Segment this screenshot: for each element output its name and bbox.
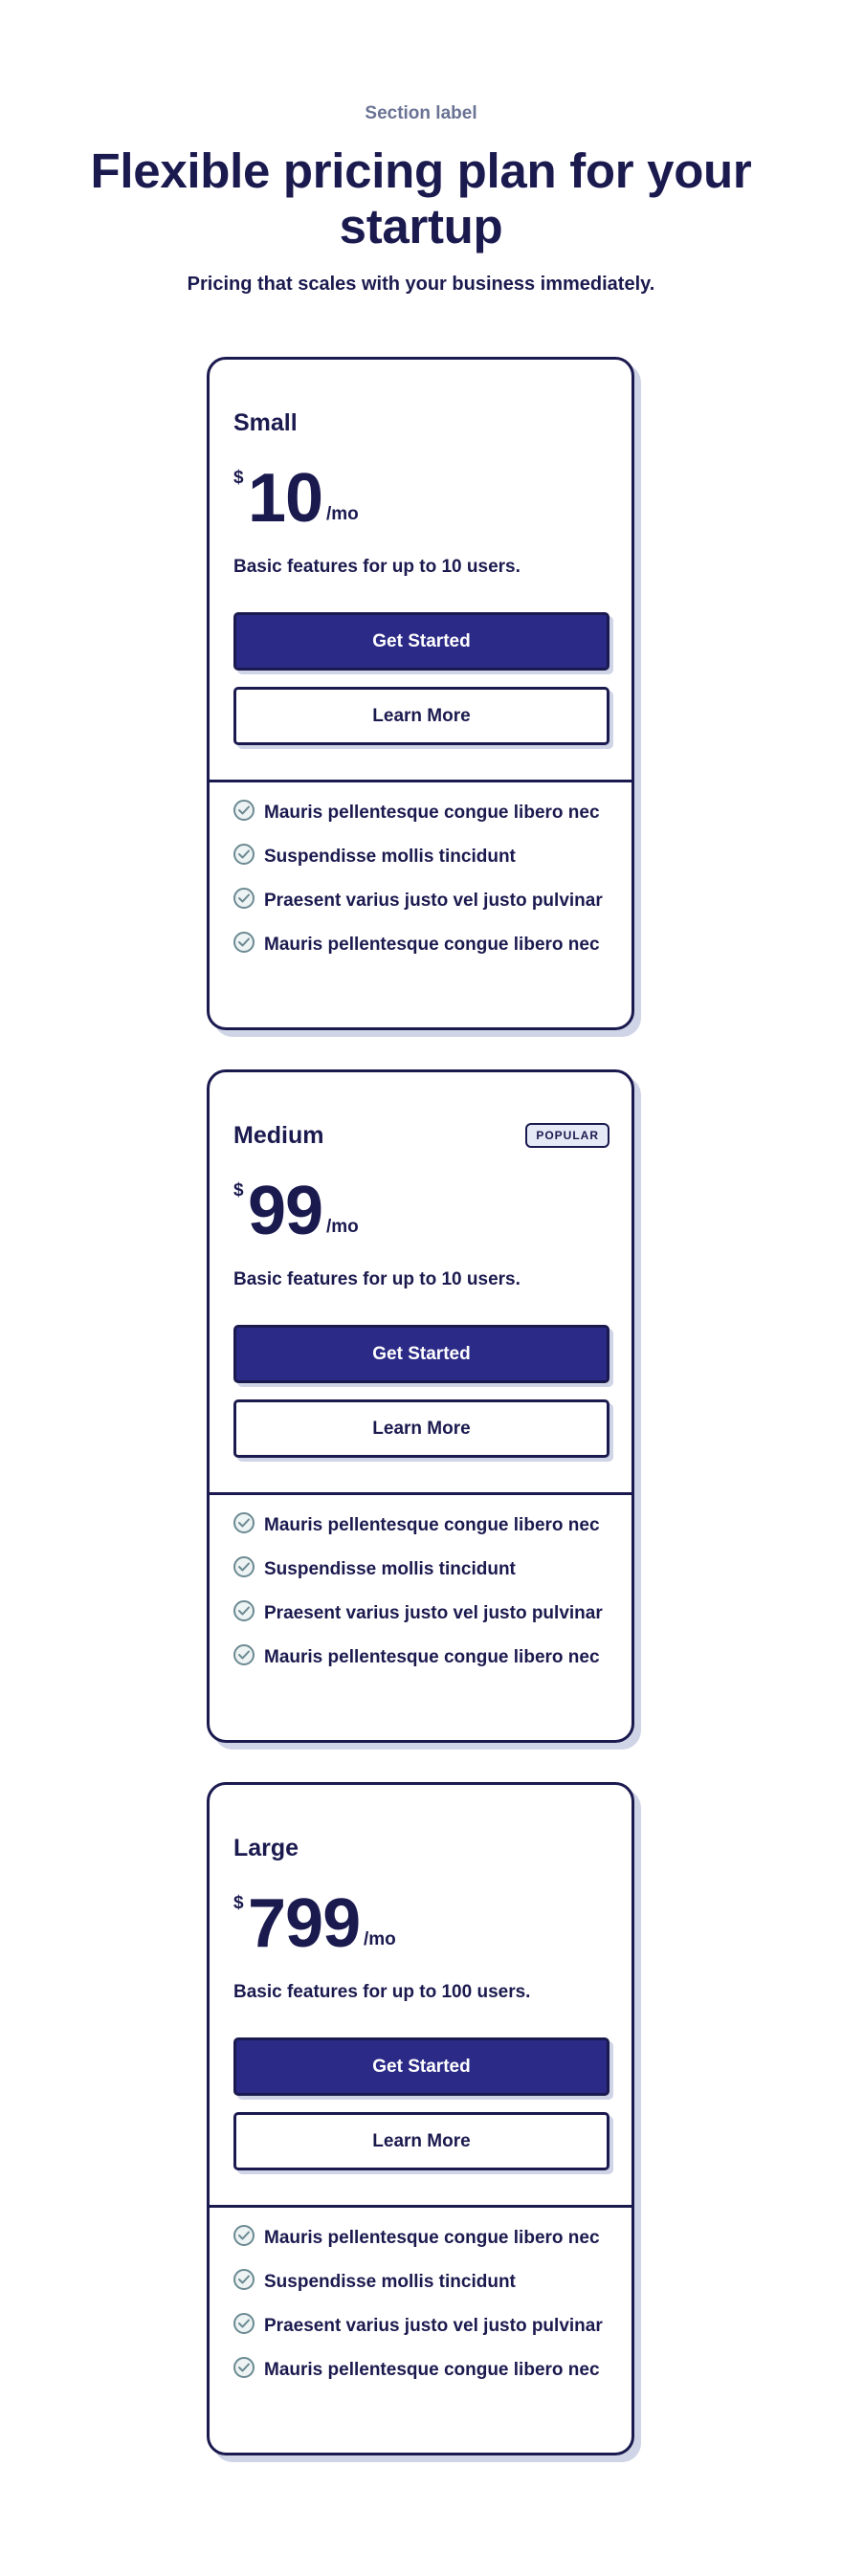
feature-item: Praesent varius justo vel justo pulvinar xyxy=(233,1600,603,1644)
section-label: Section label xyxy=(365,103,477,123)
pricing-card-large: Large $799/mo Basic features for up to 100… xyxy=(207,1782,634,2455)
feature-item: Mauris pellentesque congue libero nec xyxy=(233,1644,603,1688)
feature-text: Praesent varius justo vel justo pulvinar xyxy=(264,891,603,911)
check-circle-icon xyxy=(233,1600,255,1621)
card-header: Small $10/mo Basic features for up to 10 u… xyxy=(210,360,632,782)
feature-text: Suspendisse mollis tincidunt xyxy=(264,2272,516,2292)
check-circle-icon xyxy=(233,1556,255,1577)
check-circle-icon xyxy=(233,800,255,821)
feature-text: Mauris pellentesque congue libero nec xyxy=(264,2228,600,2248)
plan-description: Basic features for up to 10 users. xyxy=(233,1269,521,1289)
get-started-button[interactable]: Get Started xyxy=(233,2037,609,2096)
price-period: /mo xyxy=(326,504,359,524)
price-period: /mo xyxy=(364,1929,396,1949)
plan-name: Large xyxy=(233,1835,299,1861)
feature-list: Mauris pellentesque congue libero nec Sus… xyxy=(233,800,603,976)
card-header: Large $799/mo Basic features for up to 100… xyxy=(210,1785,632,2208)
card-header: Medium POPULAR $99/mo Basic features for up… xyxy=(210,1072,632,1495)
check-circle-icon xyxy=(233,932,255,953)
price-amount: 799 xyxy=(248,1885,361,1962)
get-started-button[interactable]: Get Started xyxy=(233,612,609,671)
feature-text: Mauris pellentesque congue libero nec xyxy=(264,1515,600,1535)
feature-item: Suspendisse mollis tincidunt xyxy=(233,2269,603,2313)
feature-text: Mauris pellentesque congue libero nec xyxy=(264,2360,600,2380)
check-circle-icon xyxy=(233,2313,255,2334)
popular-badge: POPULAR xyxy=(525,1123,609,1148)
check-circle-icon xyxy=(233,844,255,865)
get-started-button[interactable]: Get Started xyxy=(233,1325,609,1383)
pricing-card-small: Small $10/mo Basic features for up to 10 u… xyxy=(207,357,634,1030)
check-circle-icon xyxy=(233,2357,255,2378)
feature-text: Suspendisse mollis tincidunt xyxy=(264,1559,516,1579)
plan-description: Basic features for up to 10 users. xyxy=(233,557,521,577)
currency-symbol: $ xyxy=(233,1893,244,1913)
check-circle-icon xyxy=(233,2225,255,2246)
plan-name: Medium xyxy=(233,1122,324,1149)
feature-item: Mauris pellentesque congue libero nec xyxy=(233,932,603,976)
check-circle-icon xyxy=(233,1644,255,1665)
feature-item: Mauris pellentesque congue libero nec xyxy=(233,800,603,844)
feature-item: Praesent varius justo vel justo pulvinar xyxy=(233,2313,603,2357)
feature-text: Mauris pellentesque congue libero nec xyxy=(264,803,600,823)
check-circle-icon xyxy=(233,1512,255,1533)
pricing-card-medium: Medium POPULAR $99/mo Basic features for up… xyxy=(207,1069,634,1743)
feature-item: Mauris pellentesque congue libero nec xyxy=(233,2357,603,2401)
feature-item: Suspendisse mollis tincidunt xyxy=(233,844,603,888)
check-circle-icon xyxy=(233,2269,255,2290)
feature-list: Mauris pellentesque congue libero nec Sus… xyxy=(233,2225,603,2401)
feature-text: Mauris pellentesque congue libero nec xyxy=(264,935,600,955)
page-subtitle: Pricing that scales with your business i… xyxy=(187,274,655,295)
feature-list: Mauris pellentesque congue libero nec Sus… xyxy=(233,1512,603,1688)
feature-text: Praesent varius justo vel justo pulvinar xyxy=(264,1603,603,1623)
check-circle-icon xyxy=(233,888,255,909)
feature-item: Mauris pellentesque congue libero nec xyxy=(233,2225,603,2269)
feature-item: Praesent varius justo vel justo pulvinar xyxy=(233,888,603,932)
plan-name: Small xyxy=(233,409,298,436)
feature-item: Mauris pellentesque congue libero nec xyxy=(233,1512,603,1556)
feature-text: Mauris pellentesque congue libero nec xyxy=(264,1647,600,1667)
learn-more-button[interactable]: Learn More xyxy=(233,687,609,745)
currency-symbol: $ xyxy=(233,468,244,488)
feature-text: Praesent varius justo vel justo pulvinar xyxy=(264,2316,603,2336)
plan-description: Basic features for up to 100 users. xyxy=(233,1982,531,2002)
learn-more-button[interactable]: Learn More xyxy=(233,1399,609,1458)
page-title: Flexible pricing plan for your startup xyxy=(90,143,752,253)
price-amount: 99 xyxy=(248,1173,323,1249)
price-amount: 10 xyxy=(248,460,323,537)
learn-more-button[interactable]: Learn More xyxy=(233,2112,609,2170)
price-period: /mo xyxy=(326,1217,359,1237)
currency-symbol: $ xyxy=(233,1180,244,1200)
feature-item: Suspendisse mollis tincidunt xyxy=(233,1556,603,1600)
pricing-page: Section label Flexible pricing plan for … xyxy=(0,0,842,2576)
feature-text: Suspendisse mollis tincidunt xyxy=(264,847,516,867)
